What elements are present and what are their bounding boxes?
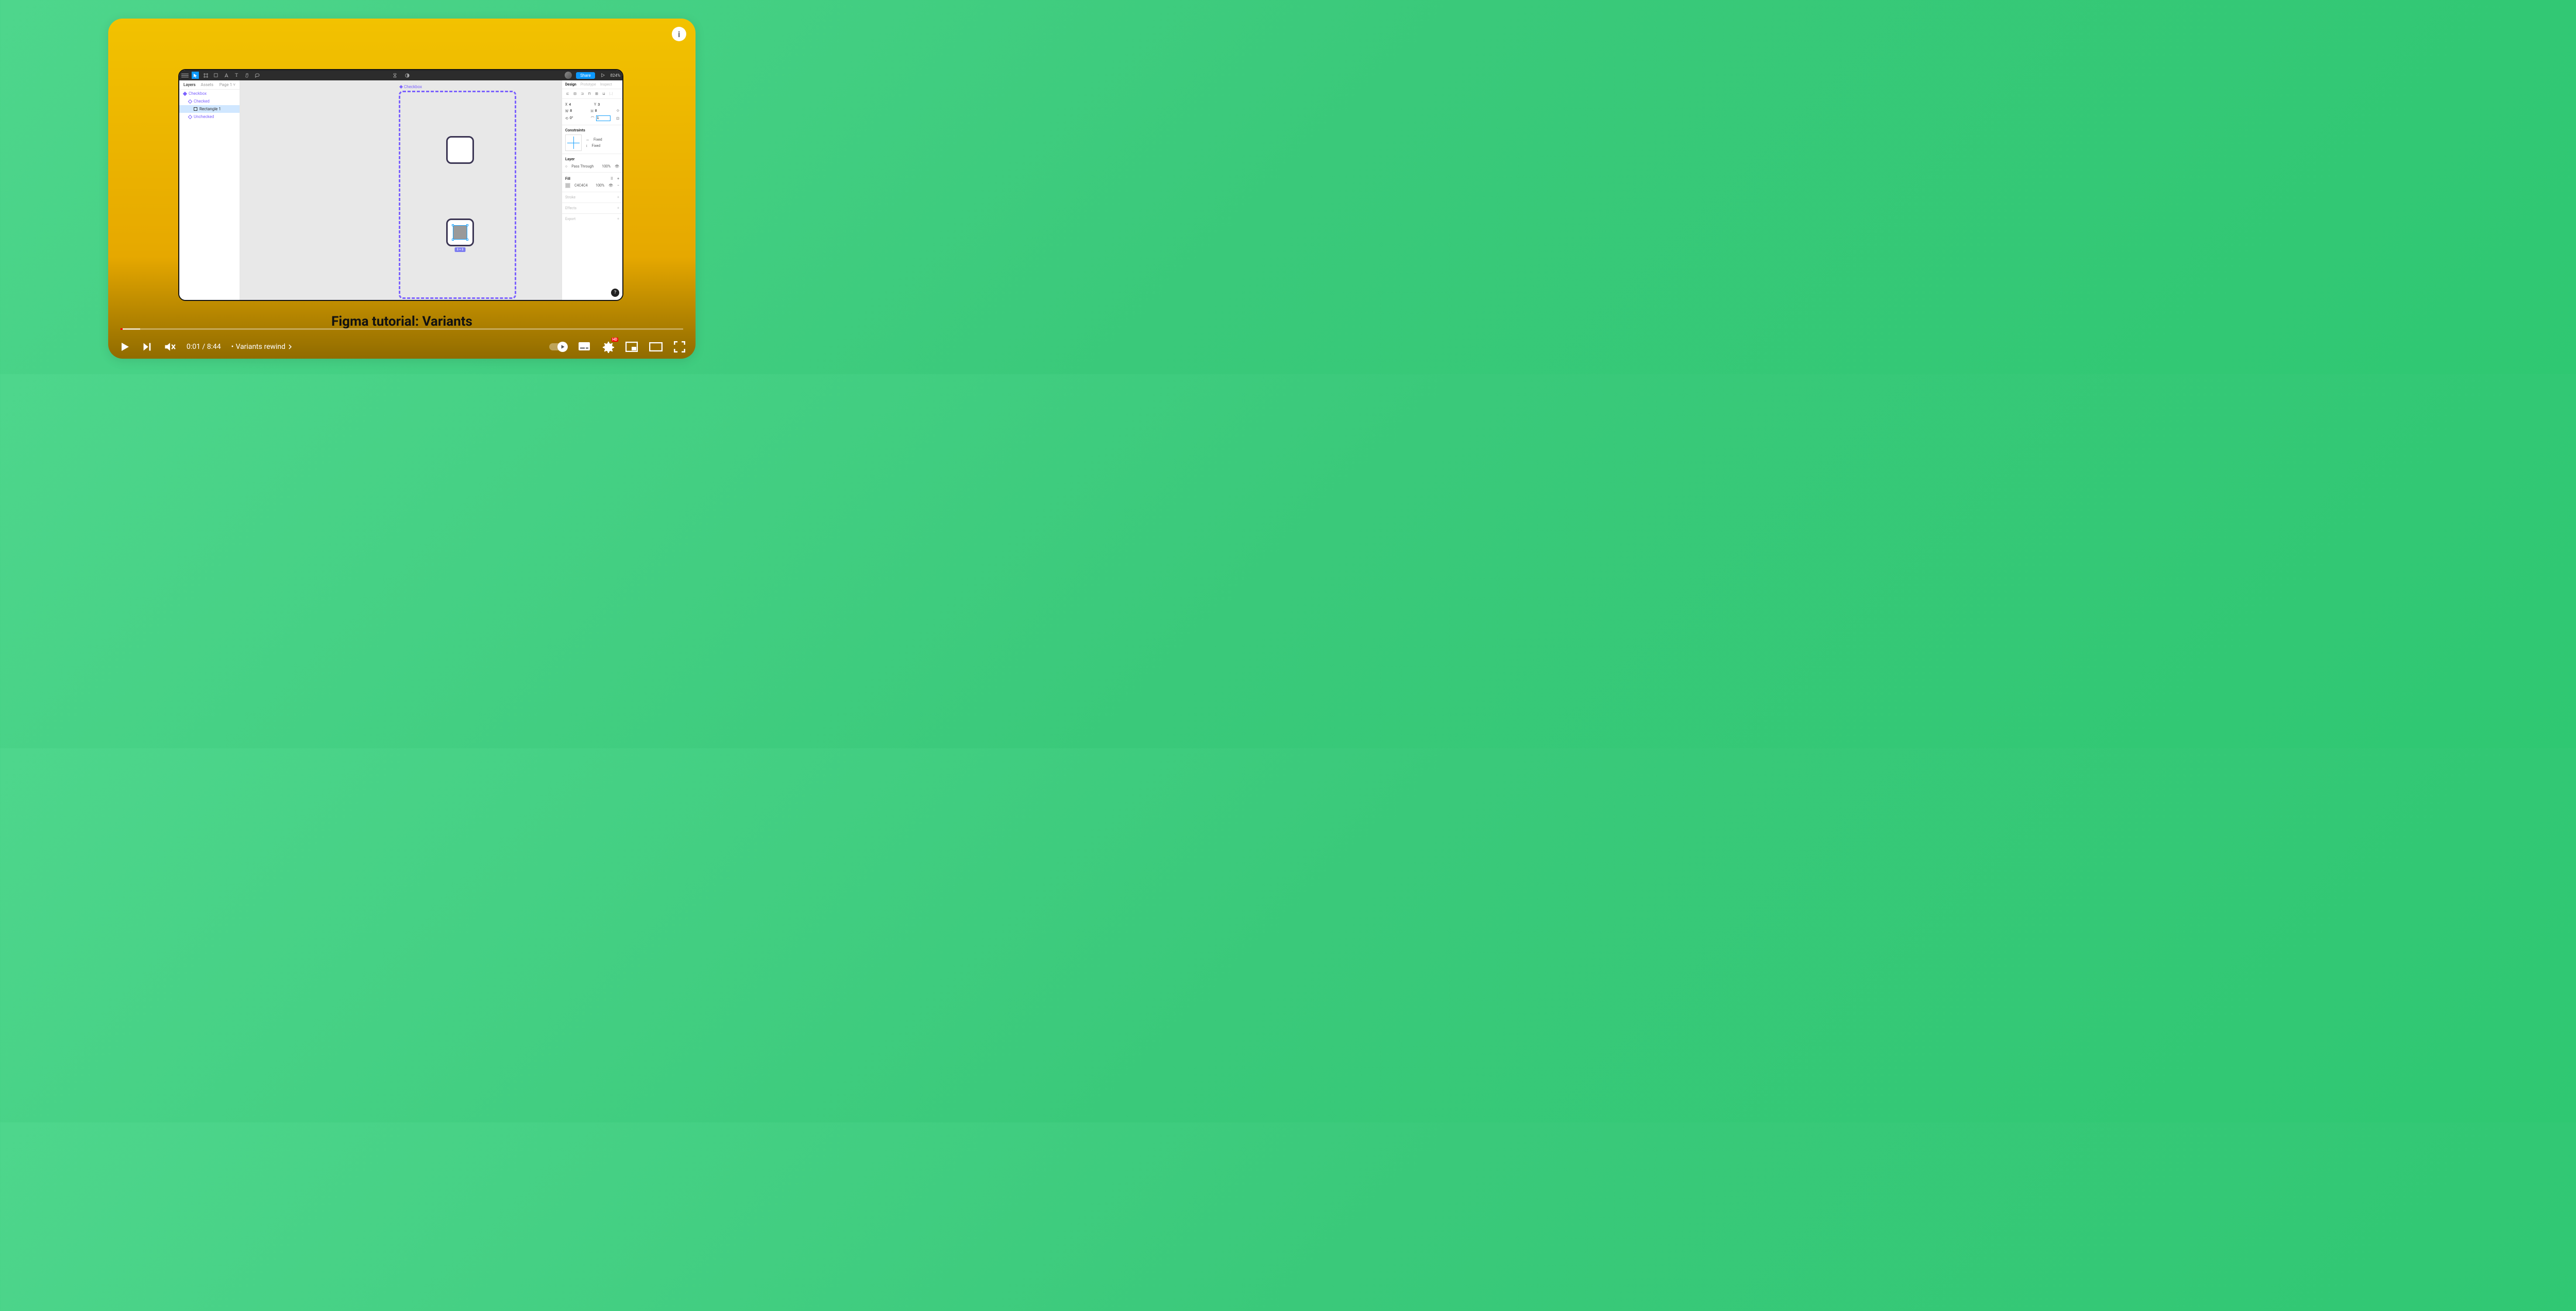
layer-checked-variant[interactable]: Checked <box>179 97 240 105</box>
move-tool[interactable] <box>192 72 199 79</box>
info-button[interactable]: i <box>672 27 686 41</box>
mask-tool-icon[interactable] <box>403 72 411 79</box>
align-bottom-icon[interactable]: ⊔ <box>601 91 606 96</box>
layer-opacity[interactable]: 100% <box>602 164 611 169</box>
fill-hex[interactable]: C4C4C4 <box>574 183 587 188</box>
align-top-icon[interactable]: ⊓ <box>587 91 592 96</box>
dimension-badge: 8 × 8 <box>455 247 466 252</box>
comment-tool-icon[interactable] <box>253 72 261 79</box>
figma-canvas[interactable]: Checkbox 8 × 8 <box>240 80 562 300</box>
layer-unchecked-variant[interactable]: Unchecked <box>179 113 240 121</box>
played-progress <box>121 328 123 330</box>
constraint-widget[interactable] <box>565 135 582 151</box>
video-player-frame: i T Share 824% Laye <box>108 19 696 359</box>
hamburger-menu-icon[interactable] <box>181 72 189 79</box>
video-controls: 0:01 / 8:44 • Variants rewind HD <box>118 340 685 354</box>
align-left-icon[interactable]: ⊏ <box>565 91 570 96</box>
align-vcenter-icon[interactable]: ⊞ <box>594 91 599 96</box>
width-input[interactable] <box>570 109 584 113</box>
layers-panel: Layers Assets Page 1 ˅ Checkbox Checked … <box>179 80 240 300</box>
progress-bar[interactable] <box>121 328 683 330</box>
export-section[interactable]: Export <box>565 217 575 221</box>
hand-tool-icon[interactable] <box>243 72 250 79</box>
align-hcenter-icon[interactable]: ⊟ <box>572 91 578 96</box>
layer-rectangle-selected[interactable]: Rectangle 1 <box>179 105 240 113</box>
add-stroke-icon[interactable]: + <box>617 195 619 199</box>
align-right-icon[interactable]: ⊐ <box>580 91 585 96</box>
rotation-input[interactable] <box>570 116 584 120</box>
play-button[interactable] <box>118 341 131 353</box>
radius-input[interactable] <box>596 115 611 121</box>
fill-opacity[interactable]: 100% <box>596 183 604 188</box>
text-tool-icon[interactable]: T <box>233 72 240 79</box>
video-title: Figma tutorial: Variants <box>108 314 696 329</box>
settings-button[interactable]: HD <box>602 341 614 353</box>
effects-section[interactable]: Effects <box>565 206 577 210</box>
design-panel: Design Prototype Inspect ⊏ ⊟ ⊐ ⊓ ⊞ ⊔ |‥|… <box>562 80 622 300</box>
pen-tool-icon[interactable] <box>223 72 230 79</box>
visibility-icon[interactable]: 👁 <box>615 164 619 169</box>
user-avatar[interactable] <box>565 72 572 79</box>
miniplayer-button[interactable] <box>625 342 638 352</box>
height-input[interactable] <box>595 109 609 113</box>
fill-visibility-icon[interactable]: 👁 <box>608 183 613 188</box>
independent-corners-icon[interactable]: ⊡ <box>616 116 619 121</box>
hd-badge: HD <box>612 338 619 342</box>
y-input[interactable] <box>598 103 612 107</box>
time-display: 0:01 / 8:44 <box>187 343 221 351</box>
add-export-icon[interactable]: + <box>617 217 619 221</box>
component-tool-icon[interactable] <box>391 72 398 79</box>
help-button[interactable]: ? <box>611 289 619 297</box>
share-button[interactable]: Share <box>576 72 595 79</box>
next-button[interactable] <box>141 341 152 352</box>
design-tab[interactable]: Design <box>565 82 577 87</box>
layers-tab[interactable]: Layers <box>183 82 196 87</box>
selected-rectangle-fill[interactable] <box>453 225 467 240</box>
fill-swatch[interactable] <box>565 183 570 188</box>
constraints-title: Constraints <box>565 128 619 132</box>
checkbox-checked-shape[interactable]: 8 × 8 <box>446 218 474 246</box>
assets-tab[interactable]: Assets <box>201 82 213 87</box>
checkbox-unchecked-shape[interactable] <box>446 136 474 164</box>
page-selector[interactable]: Page 1 ˅ <box>219 82 235 87</box>
prototype-tab[interactable]: Prototype <box>581 82 596 87</box>
canvas-component-label: Checkbox <box>400 85 422 89</box>
variant-frame-border <box>399 91 516 299</box>
remove-fill-icon[interactable]: − <box>617 183 619 188</box>
layer-checkbox-component[interactable]: Checkbox <box>179 90 240 97</box>
buffered-progress <box>121 328 140 330</box>
h-constraint[interactable]: Fixed <box>594 138 602 142</box>
inspect-tab[interactable]: Inspect <box>600 82 612 87</box>
layer-section-title: Layer <box>565 157 619 161</box>
distribute-icon[interactable]: |‥| <box>608 91 614 96</box>
zoom-level[interactable]: 824% <box>611 73 620 78</box>
lock-aspect-icon[interactable]: ⟐ <box>616 109 619 113</box>
figma-toolbar: T Share 824% <box>179 70 622 80</box>
x-input[interactable] <box>569 103 583 107</box>
chapter-link[interactable]: • Variants rewind <box>231 343 293 351</box>
mute-button[interactable] <box>163 340 176 354</box>
autoplay-toggle[interactable] <box>549 343 567 350</box>
fill-section-title: Fill <box>565 176 570 181</box>
v-constraint[interactable]: Fixed <box>592 144 601 148</box>
add-effect-icon[interactable]: + <box>617 206 619 210</box>
blend-mode[interactable]: Pass Through <box>571 164 594 169</box>
figma-app-window: T Share 824% Layers Assets Page 1 ˅ <box>178 69 623 301</box>
fill-style-icon[interactable]: ⠿ <box>611 177 613 181</box>
present-icon[interactable] <box>599 72 606 79</box>
captions-button[interactable] <box>578 342 590 352</box>
theater-button[interactable] <box>649 342 663 351</box>
frame-tool-icon[interactable] <box>202 72 209 79</box>
fullscreen-button[interactable] <box>674 341 685 352</box>
add-fill-icon[interactable]: + <box>617 177 619 181</box>
stroke-section[interactable]: Stroke <box>565 195 575 199</box>
rectangle-tool-icon[interactable] <box>212 72 219 79</box>
